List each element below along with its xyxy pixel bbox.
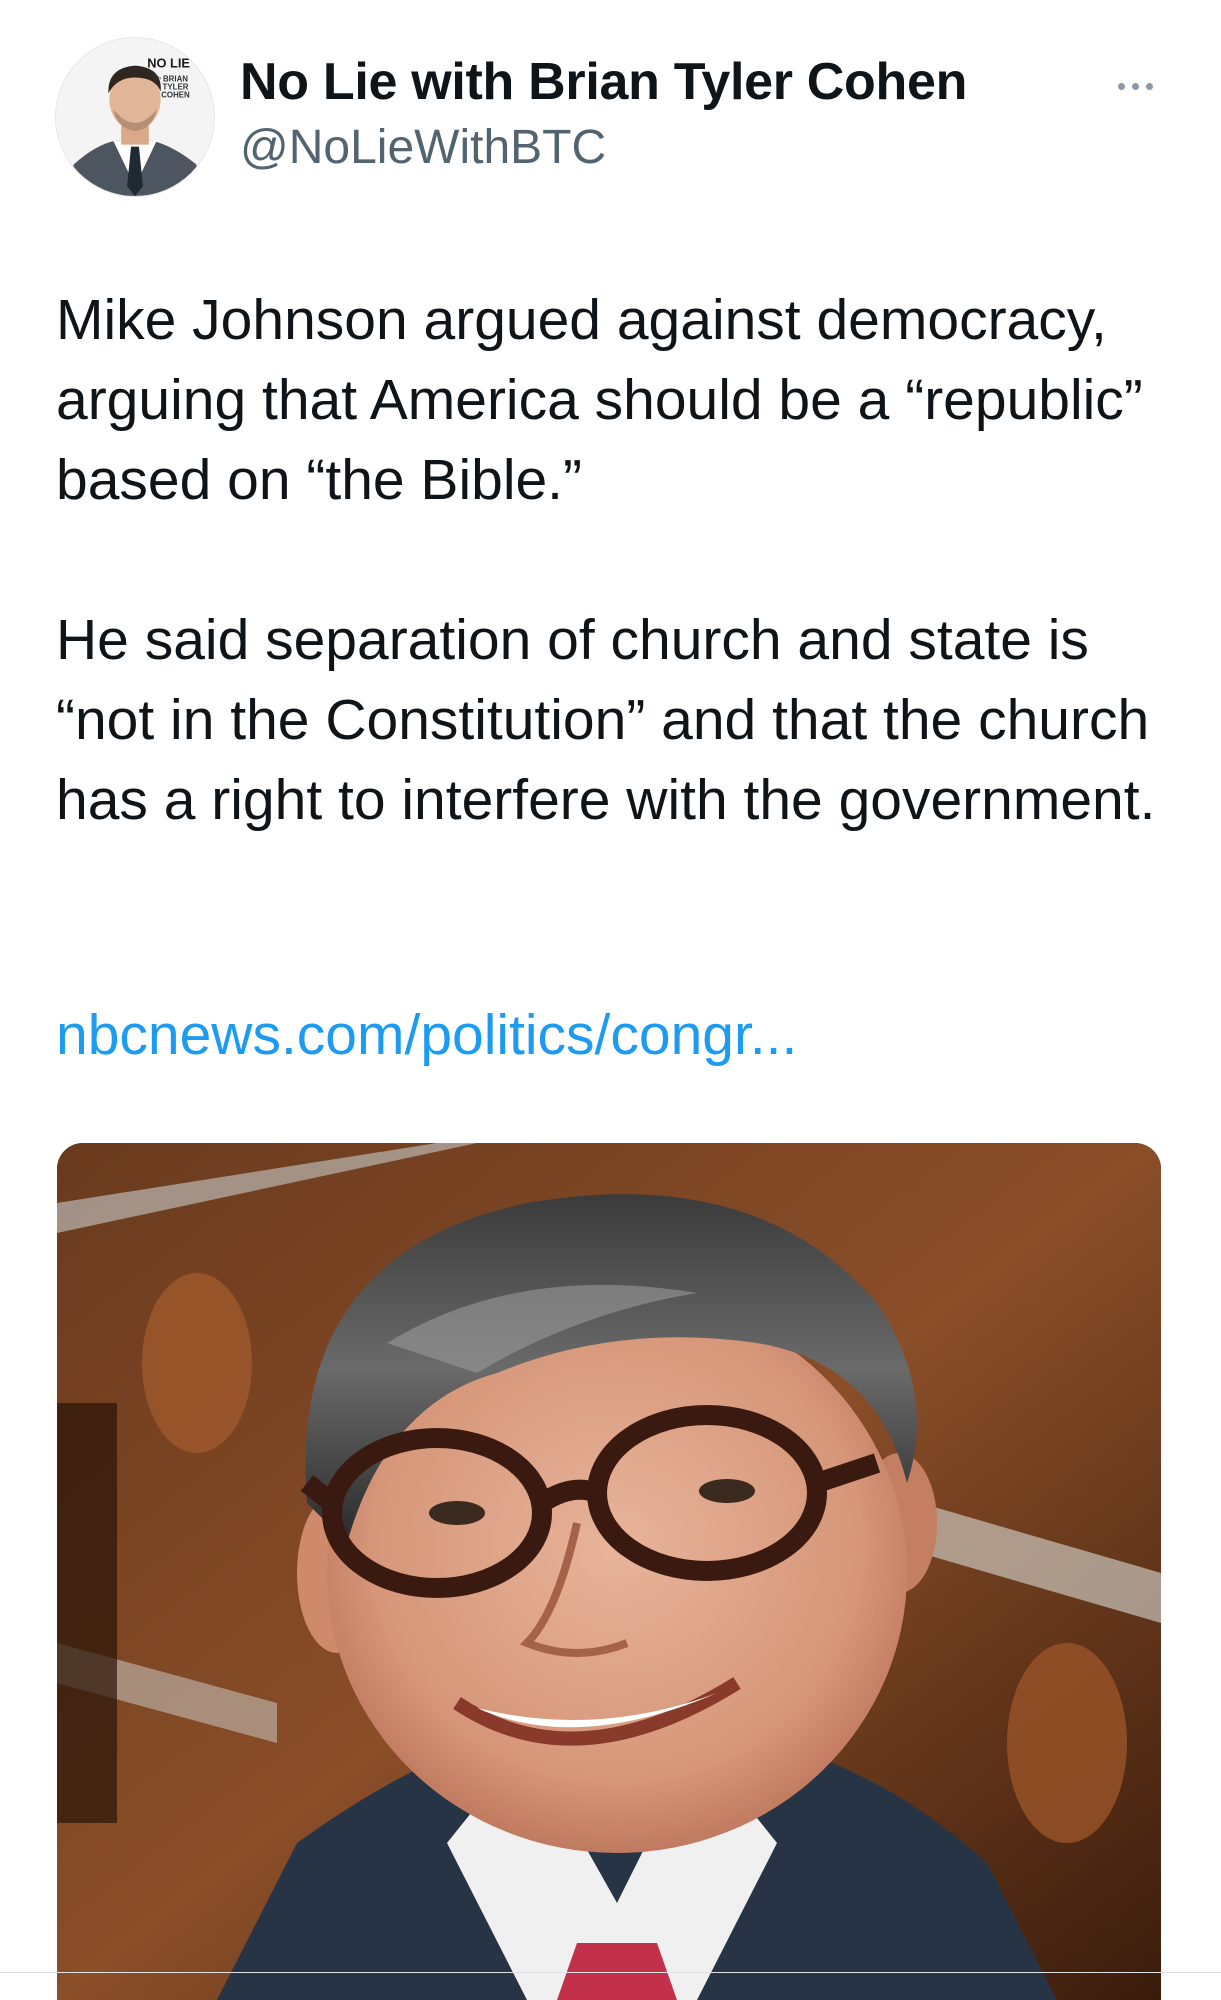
author-handle[interactable]: @NoLieWithBTC — [240, 120, 606, 175]
article-link[interactable]: nbcnews.com/politics/congr... — [56, 995, 797, 1075]
photo-of-man-with-glasses-icon — [57, 1143, 1161, 2000]
avatar-badge-cohen: COHEN — [161, 90, 190, 99]
avatar[interactable]: NO LIE with BRIAN TYLER COHEN — [55, 37, 215, 197]
tweet: NO LIE with BRIAN TYLER COHEN No Lie wit… — [0, 0, 1221, 2000]
tweet-media-photo[interactable] — [57, 1143, 1161, 2000]
more-dot-icon — [1131, 82, 1139, 90]
divider — [0, 1972, 1221, 1973]
more-dot-icon — [1117, 82, 1125, 90]
more-dot-icon — [1145, 82, 1153, 90]
tweet-text: Mike Johnson argued against democracy, a… — [56, 280, 1176, 840]
author-display-name[interactable]: No Lie with Brian Tyler Cohen — [240, 52, 967, 112]
tweet-paragraph-2: He said separation of church and state i… — [56, 608, 1156, 832]
tweet-paragraph-1: Mike Johnson argued against democracy, a… — [56, 288, 1143, 512]
avatar-image: NO LIE with BRIAN TYLER COHEN — [56, 38, 214, 196]
avatar-badge-with: with — [152, 75, 161, 81]
avatar-badge-title: NO LIE — [147, 56, 190, 71]
more-options-button[interactable] — [1105, 66, 1165, 106]
